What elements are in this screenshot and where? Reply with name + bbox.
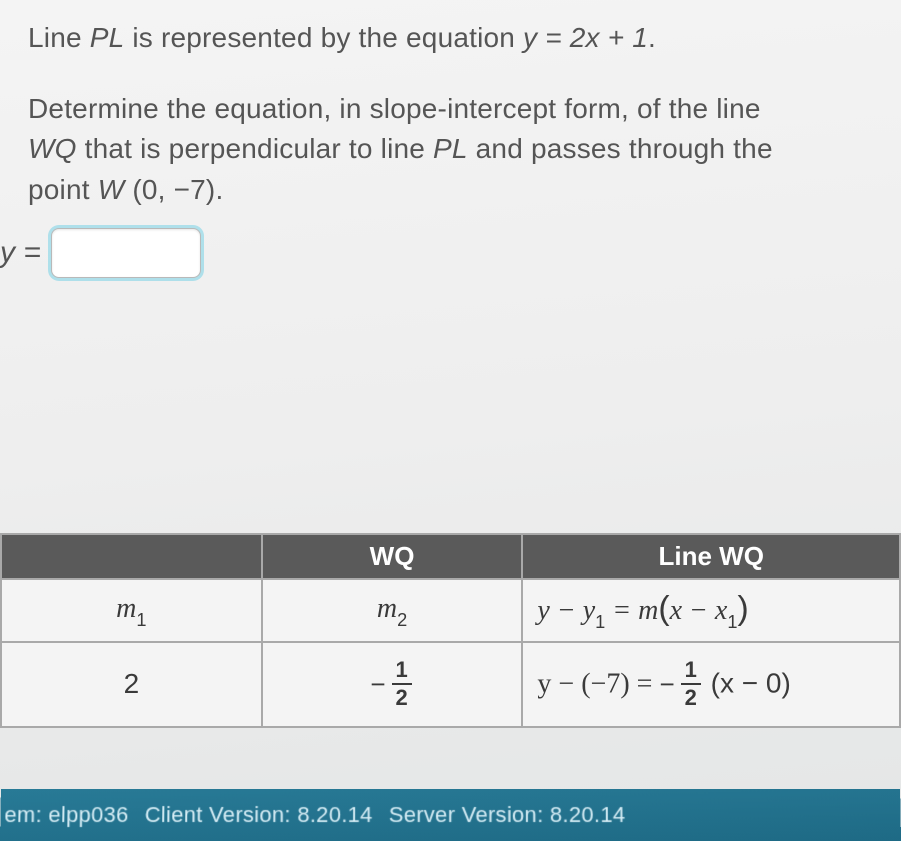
cell-m1: m1 [1,579,262,642]
text: . [648,22,656,53]
var: m [377,593,397,624]
text: Determine the equation, in slope-interce… [28,93,761,124]
problem-line-2: Determine the equation, in slope-interce… [28,89,901,130]
text: point [28,174,98,205]
footer-server-version: Server Version: 8.20.14 [389,802,626,828]
subscript: 1 [136,610,146,630]
answer-row: y = [28,228,901,278]
answer-input[interactable] [51,228,201,278]
table-row: m1 m2 y − y1 = m(x − x1) [1,579,900,642]
subscript: 2 [397,610,407,630]
line-name: PL [433,133,468,164]
cell-substituted-equation: y − (−7) = −12 (x − 0) [522,642,900,727]
text: (x − 0) [703,668,791,699]
subscript: 1 [727,612,737,632]
table-header-wq: WQ [262,534,523,579]
numerator: 1 [392,659,412,685]
cell-slope2-value: − 1 2 [262,642,523,727]
text: . [215,174,223,205]
text: Line [28,22,90,53]
value: 2 [124,668,140,699]
answer-label: y = [0,236,41,270]
minus-sign: − [659,669,674,700]
var: m [116,593,136,624]
subscript: 1 [595,612,605,632]
fraction: 1 2 [392,659,412,709]
line-name: PL [90,22,125,53]
paren: ( [658,590,669,627]
footer-bar: em: elpp036 Client Version: 8.20.14 Serv… [0,789,901,841]
problem-line-4: point W (0, −7). [28,170,901,211]
problem-line-1: Line PL is represented by the equation y… [28,18,901,59]
work-table-wrap: Slope of Line WQ Line WQ m1 m2 y − y1 = … [0,533,901,728]
cell-point-slope-formula: y − y1 = m(x − x1) [522,579,900,642]
equation: y = 2x + 1 [523,22,648,53]
text: and passes through the [468,133,773,164]
text: is represented by the equation [124,22,523,53]
neg-fraction: − 1 2 [370,659,413,709]
point-label: W [98,174,125,205]
text: y − (−7) = [537,669,659,700]
text: that is perpendicular to line [77,133,433,164]
denominator: 2 [681,685,701,709]
minus-sign: − [370,669,385,700]
cell-slope1-value: 2 [1,642,262,727]
problem-content: Line PL is represented by the equation y… [0,0,901,278]
table-header-hidden: Slope of Line [1,534,262,579]
paren: ) [737,590,748,627]
fraction: 12 [681,659,701,709]
neg-fraction: −12 [659,659,702,709]
table-header-linewq: Line WQ [522,534,900,579]
footer-client-version: Client Version: 8.20.14 [145,802,373,828]
denominator: 2 [392,685,412,709]
text: y − y [537,595,595,626]
numerator: 1 [681,659,701,685]
footer-item: em: elpp036 [4,802,129,828]
text: x − x [670,595,728,626]
cell-m2: m2 [262,579,523,642]
work-table: Slope of Line WQ Line WQ m1 m2 y − y1 = … [0,533,901,728]
text: = m [605,595,658,626]
line-name: WQ [28,133,77,164]
problem-line-3: WQ that is perpendicular to line PL and … [28,129,901,170]
point-coords: (0, −7) [124,174,215,205]
table-row: 2 − 1 2 y − (−7) = −12 (x − 0) [1,642,900,727]
